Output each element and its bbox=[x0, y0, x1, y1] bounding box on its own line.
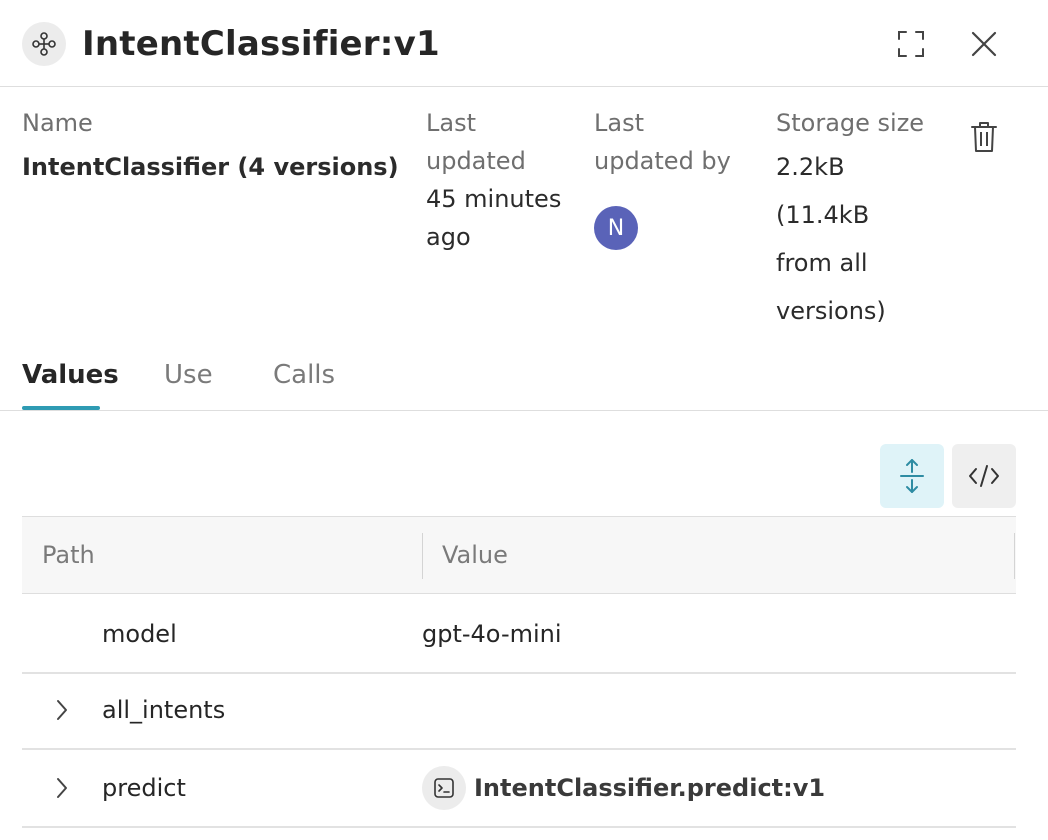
op-ref-label: IntentClassifier.predict:v1 bbox=[474, 774, 826, 802]
active-tab-indicator bbox=[22, 406, 100, 410]
table-row[interactable]: predict IntentClassifier.predict:v1 bbox=[22, 750, 1016, 828]
last-updated-value-line1: 45 minutes bbox=[426, 185, 562, 213]
storage-size-value-line1: 2.2kB bbox=[776, 153, 845, 181]
column-divider[interactable] bbox=[422, 533, 423, 579]
storage-size-value-line2: (11.4kB bbox=[776, 201, 870, 229]
table-row[interactable]: model gpt-4o-mini bbox=[22, 594, 1016, 674]
close-button[interactable] bbox=[964, 24, 1004, 64]
fullscreen-icon bbox=[898, 31, 924, 57]
expand-collapse-button[interactable] bbox=[880, 444, 944, 508]
storage-size-label: Storage size bbox=[776, 109, 925, 137]
row-path: model bbox=[102, 620, 177, 648]
row-path: all_intents bbox=[102, 696, 226, 724]
table-row[interactable]: all_intents bbox=[22, 674, 1016, 750]
storage-size-value-line4: versions) bbox=[776, 297, 886, 325]
expand-row-button[interactable] bbox=[52, 774, 72, 802]
column-header-value[interactable]: Value bbox=[442, 539, 508, 571]
expand-vertical-icon bbox=[900, 459, 924, 493]
tab-use[interactable]: Use bbox=[164, 358, 213, 392]
close-icon bbox=[971, 31, 997, 57]
row-path: predict bbox=[102, 774, 186, 802]
chevron-right-icon bbox=[57, 778, 67, 798]
tab-values[interactable]: Values bbox=[22, 358, 119, 392]
code-view-button[interactable] bbox=[952, 444, 1016, 508]
table-header: Path Value bbox=[22, 516, 1016, 594]
object-detail-panel: IntentClassifier:v1 Name IntentClassifie… bbox=[0, 0, 1048, 840]
fullscreen-button[interactable] bbox=[891, 24, 931, 64]
expand-row-button[interactable] bbox=[52, 696, 72, 724]
values-table: Path Value model gpt-4o-mini all_intents bbox=[22, 516, 1016, 828]
terminal-icon bbox=[422, 766, 466, 810]
last-updated-by-label-line1: Last bbox=[594, 109, 644, 137]
tab-bar: Values Use Calls bbox=[0, 350, 1048, 411]
last-updated-by-label-line2: updated by bbox=[594, 147, 731, 175]
row-value: gpt-4o-mini bbox=[422, 620, 562, 648]
trash-icon bbox=[971, 122, 997, 152]
tab-calls[interactable]: Calls bbox=[273, 358, 335, 392]
avatar[interactable]: N bbox=[594, 206, 638, 250]
last-updated-value-line2: ago bbox=[426, 223, 471, 251]
last-updated-label-line1: Last bbox=[426, 109, 476, 137]
chevron-right-icon bbox=[57, 700, 67, 720]
panel-header: IntentClassifier:v1 bbox=[0, 0, 1048, 87]
page-title: IntentClassifier:v1 bbox=[82, 24, 440, 64]
column-divider[interactable] bbox=[1014, 533, 1015, 579]
name-label: Name bbox=[22, 109, 93, 137]
last-updated-label-line2: updated bbox=[426, 147, 526, 175]
name-value: IntentClassifier (4 versions) bbox=[22, 153, 399, 181]
object-nodes-icon bbox=[22, 22, 66, 66]
op-ref-link[interactable]: IntentClassifier.predict:v1 bbox=[422, 766, 825, 810]
column-header-path[interactable]: Path bbox=[42, 539, 95, 571]
delete-button[interactable] bbox=[966, 118, 1002, 156]
code-icon bbox=[969, 465, 999, 487]
storage-size-value-line3: from all bbox=[776, 249, 868, 277]
